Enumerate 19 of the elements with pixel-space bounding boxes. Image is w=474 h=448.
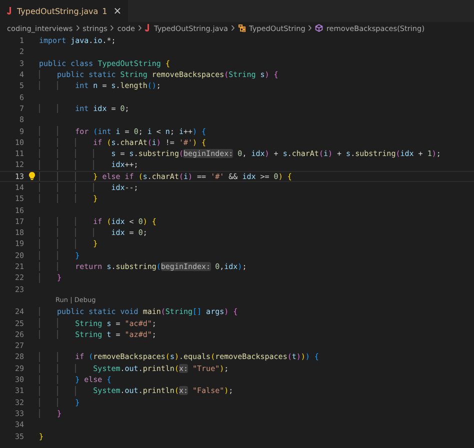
indent-guide bbox=[57, 81, 58, 90]
indent-guide bbox=[39, 104, 40, 114]
lightbulb-icon[interactable] bbox=[28, 172, 34, 180]
indent-guide bbox=[93, 182, 94, 192]
indent-guide bbox=[57, 104, 58, 114]
class-icon bbox=[238, 24, 246, 32]
indent-guide bbox=[75, 364, 76, 373]
indent-guide bbox=[75, 386, 76, 396]
java-file-icon bbox=[145, 24, 152, 32]
chevron-icon bbox=[231, 25, 236, 31]
editor-tab[interactable]: TypedOutString.java 1 × bbox=[0, 0, 128, 22]
close-icon[interactable]: × bbox=[113, 6, 122, 16]
chevron-icon bbox=[308, 25, 312, 31]
java-file-icon bbox=[7, 7, 13, 15]
indent-guide bbox=[93, 228, 94, 238]
cube-icon bbox=[315, 24, 324, 32]
chevron-icon bbox=[110, 25, 114, 31]
chevron-icon bbox=[138, 25, 142, 31]
chevron-icon bbox=[76, 25, 80, 31]
